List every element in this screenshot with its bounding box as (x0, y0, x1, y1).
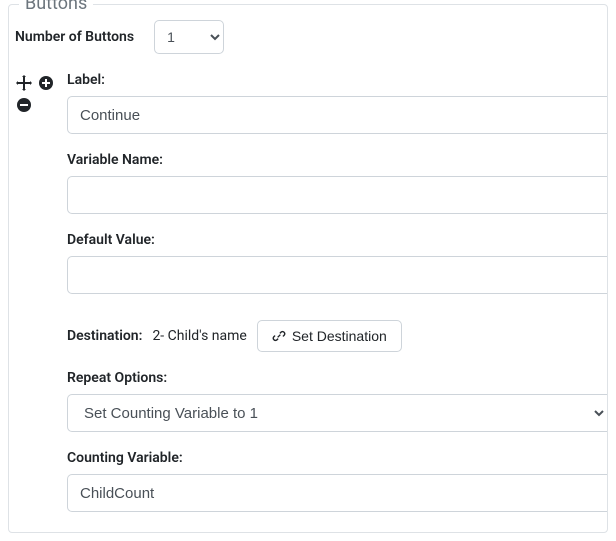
destination-label: Destination: (67, 328, 142, 344)
counting-variable-block: Counting Variable: (67, 450, 607, 512)
repeat-options-select[interactable]: Set Counting Variable to 1 (67, 394, 607, 432)
remove-icon[interactable] (15, 96, 33, 114)
add-icon[interactable] (37, 74, 55, 92)
label-field-block: Label: (67, 72, 607, 134)
set-destination-button[interactable]: Set Destination (257, 320, 402, 352)
row-controls (15, 72, 59, 114)
variable-name-label: Variable Name: (67, 152, 607, 168)
label-label: Label: (67, 72, 607, 88)
number-of-buttons-label: Number of Buttons (15, 29, 134, 45)
label-input[interactable] (67, 96, 607, 134)
panel-title: Buttons (19, 0, 93, 14)
number-of-buttons-row: Number of Buttons 1 (9, 20, 607, 72)
counting-variable-input[interactable] (67, 474, 607, 512)
buttons-panel: Buttons Number of Buttons 1 Label: V (8, 4, 608, 533)
variable-name-input[interactable] (67, 176, 607, 214)
set-destination-label: Set Destination (292, 328, 387, 344)
destination-value: 2- Child's name (152, 328, 246, 344)
default-value-input[interactable] (67, 256, 607, 294)
counting-variable-label: Counting Variable: (67, 450, 607, 466)
default-value-block: Default Value: (67, 232, 607, 294)
default-value-label: Default Value: (67, 232, 607, 248)
link-icon (272, 329, 286, 343)
destination-row: Destination: 2- Child's name Set Destina… (67, 320, 607, 352)
move-icon[interactable] (15, 74, 33, 92)
variable-name-block: Variable Name: (67, 152, 607, 214)
repeat-options-label: Repeat Options: (67, 370, 607, 386)
button-fields: Label: Variable Name: Default Value: Des… (59, 72, 607, 512)
button-config-row: Label: Variable Name: Default Value: Des… (9, 72, 607, 512)
repeat-options-block: Repeat Options: Set Counting Variable to… (67, 370, 607, 432)
number-of-buttons-select[interactable]: 1 (154, 20, 224, 54)
